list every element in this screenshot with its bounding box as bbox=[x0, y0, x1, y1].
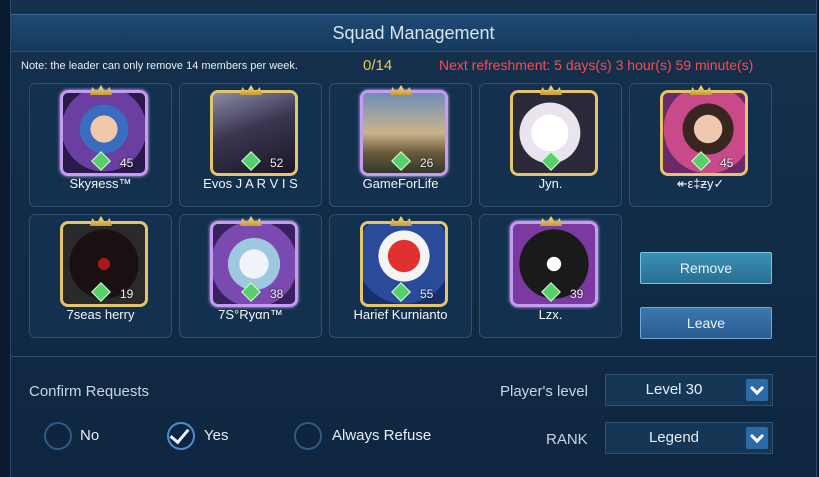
player-level-select[interactable]: Level 30 bbox=[605, 374, 773, 406]
crown-icon bbox=[240, 216, 262, 226]
crown-icon bbox=[540, 216, 562, 226]
radio-no-label: No bbox=[80, 427, 100, 444]
member-card[interactable]: 26 GameForLife bbox=[329, 83, 472, 207]
member-card[interactable]: 45 ↞ε‡ƶy✓ bbox=[629, 83, 772, 207]
rank-value: Legend bbox=[648, 429, 700, 446]
crown-icon bbox=[240, 85, 262, 95]
member-card[interactable]: 39 Lzx. bbox=[479, 214, 622, 338]
member-name: Evos J A R V I S bbox=[203, 176, 298, 191]
member-level: 26 bbox=[420, 156, 434, 170]
squad-management-panel: Squad Management Note: the leader can on… bbox=[10, 0, 817, 477]
member-level: 19 bbox=[120, 287, 134, 301]
member-card[interactable]: Jyn. bbox=[479, 83, 622, 207]
member-name: Skyяess™ bbox=[69, 176, 132, 191]
panel-title: Squad Management bbox=[11, 14, 816, 52]
member-level: 52 bbox=[270, 156, 284, 170]
member-name: GameForLife bbox=[362, 176, 439, 191]
radio-always-refuse[interactable] bbox=[294, 422, 322, 450]
player-level-label: Player's level bbox=[500, 383, 588, 400]
section-divider bbox=[11, 356, 816, 357]
member-card[interactable]: 52 Evos J A R V I S bbox=[179, 83, 322, 207]
member-name: 7S°Ryαn™ bbox=[218, 307, 283, 322]
rank-select[interactable]: Legend bbox=[605, 422, 773, 454]
crown-icon bbox=[540, 85, 562, 95]
member-name: Jyn. bbox=[538, 176, 563, 191]
member-name: ↞ε‡ƶy✓ bbox=[676, 176, 725, 191]
confirm-requests-label: Confirm Requests bbox=[29, 383, 150, 400]
leave-button[interactable]: Leave bbox=[640, 307, 772, 339]
member-card[interactable]: 19 7seas herry bbox=[29, 214, 172, 338]
crown-icon bbox=[90, 216, 112, 226]
radio-yes-label: Yes bbox=[204, 427, 229, 444]
crown-icon bbox=[390, 216, 412, 226]
radio-yes[interactable] bbox=[167, 422, 195, 450]
member-level: 45 bbox=[120, 156, 134, 170]
removal-count: 0/14 bbox=[363, 57, 393, 74]
player-level-value: Level 30 bbox=[645, 381, 703, 398]
member-level: 55 bbox=[420, 287, 434, 301]
member-level: 38 bbox=[270, 287, 284, 301]
member-name: 7seas herry bbox=[66, 307, 135, 322]
radio-no[interactable] bbox=[44, 422, 72, 450]
crown-icon bbox=[390, 85, 412, 95]
member-level: 39 bbox=[570, 287, 584, 301]
radio-always-refuse-label: Always Refuse bbox=[332, 427, 432, 444]
remove-button[interactable]: Remove bbox=[640, 252, 772, 284]
member-name: Harief Kurnianto bbox=[353, 307, 448, 322]
member-level: 45 bbox=[720, 156, 734, 170]
chevron-down-icon[interactable] bbox=[746, 379, 768, 401]
member-name: Lzx. bbox=[538, 307, 563, 322]
member-card[interactable]: 55 Harief Kurnianto bbox=[329, 214, 472, 338]
crown-icon bbox=[690, 85, 712, 95]
member-card[interactable]: 45 Skyяess™ bbox=[29, 83, 172, 207]
chevron-down-icon[interactable] bbox=[746, 427, 768, 449]
rank-label: RANK bbox=[546, 431, 588, 448]
check-icon bbox=[169, 423, 190, 445]
refresh-countdown: Next refreshment: 5 days(s) 3 hour(s) 59… bbox=[439, 57, 754, 73]
member-card[interactable]: 38 7S°Ryαn™ bbox=[179, 214, 322, 338]
crown-icon bbox=[90, 85, 112, 95]
removal-note: Note: the leader can only remove 14 memb… bbox=[21, 60, 298, 72]
